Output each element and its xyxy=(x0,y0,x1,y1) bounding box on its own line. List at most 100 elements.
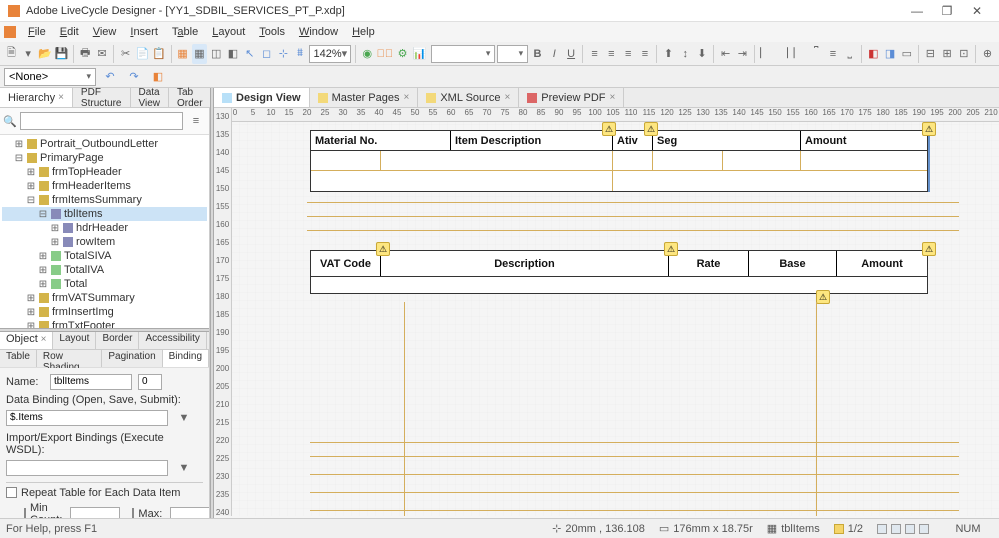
menu-table[interactable]: Table xyxy=(166,24,204,40)
page-icon[interactable] xyxy=(877,524,887,534)
show-rulers-icon[interactable]: ◧ xyxy=(226,44,241,64)
tree-node[interactable]: ⊟PrimaryPage xyxy=(2,151,207,165)
print-button[interactable]: 🖶 xyxy=(78,44,93,64)
column-item-description[interactable]: Item Description xyxy=(451,131,613,150)
underline-button[interactable]: U xyxy=(564,44,579,64)
warning-marker[interactable]: ⚠ xyxy=(664,242,678,256)
tab-border[interactable]: Border xyxy=(96,332,139,349)
align-vr-icon[interactable]: ⎸ xyxy=(792,44,807,64)
indent-right-icon[interactable]: ⇥ xyxy=(735,44,750,64)
canvas-area[interactable]: 0510152025303540455055606570758085909510… xyxy=(232,108,999,516)
grp3-icon[interactable]: ⊡ xyxy=(957,44,972,64)
zoom-combo[interactable]: 142%▾ xyxy=(309,45,351,63)
binding-popup-icon[interactable]: ▼ xyxy=(174,408,194,428)
grid-icon[interactable]: ▦ xyxy=(175,44,190,64)
tab-layout[interactable]: Layout xyxy=(53,332,96,349)
tab-object[interactable]: Object × xyxy=(0,332,53,349)
tab-accessibility[interactable]: Accessibility xyxy=(139,332,206,349)
tree-node[interactable]: ⊞Portrait_OutboundLetter xyxy=(2,137,207,151)
bold-button[interactable]: B xyxy=(530,44,545,64)
dist-icon[interactable]: ⩩ xyxy=(293,44,308,64)
color-swatch-button[interactable]: ◧ xyxy=(148,67,168,87)
valign-top-icon[interactable]: ⬆ xyxy=(661,44,676,64)
mincount-field[interactable] xyxy=(70,507,120,518)
tree-node[interactable]: ⊞frmTopHeader xyxy=(2,165,207,179)
tree-node[interactable]: ⊞frmVATSummary xyxy=(2,291,207,305)
index-field[interactable] xyxy=(138,374,162,390)
page-icon[interactable] xyxy=(891,524,901,534)
menu-edit[interactable]: Edit xyxy=(54,24,85,40)
snap-icon[interactable]: ◫ xyxy=(209,44,224,64)
importexport-field[interactable] xyxy=(6,460,168,476)
warning-marker[interactable]: ⚠ xyxy=(922,122,936,136)
check-icon[interactable]: ⚙ xyxy=(395,44,410,64)
warning-marker[interactable]: ⚠ xyxy=(816,290,830,304)
tab-tab-order[interactable]: Tab Order xyxy=(169,88,212,107)
font-size-combo[interactable] xyxy=(497,45,528,63)
color-icon[interactable]: ◧ xyxy=(866,44,881,64)
circle-icon[interactable]: ◉ xyxy=(360,44,375,64)
undo-button[interactable]: ↶ xyxy=(100,67,120,87)
design-canvas[interactable]: Material No. Item Description Ativ Seg A… xyxy=(232,122,999,516)
menu-file[interactable]: File xyxy=(22,24,52,40)
tab-xml-source[interactable]: XML Source× xyxy=(418,88,519,107)
close-icon[interactable]: × xyxy=(609,92,615,103)
maximize-button[interactable]: ❐ xyxy=(933,3,961,19)
tab-design-view[interactable]: Design View xyxy=(214,88,310,107)
align-left-icon[interactable]: ≡ xyxy=(587,44,602,64)
column-material-no[interactable]: Material No. xyxy=(311,131,451,150)
mincount-checkbox[interactable] xyxy=(24,508,26,518)
minimize-button[interactable]: — xyxy=(903,3,931,19)
table-row[interactable] xyxy=(311,171,927,191)
align-vc-icon[interactable]: ⎹ xyxy=(775,44,790,64)
warning-marker[interactable]: ⚠ xyxy=(644,122,658,136)
cut-button[interactable]: ✂ xyxy=(118,44,133,64)
tool-icon[interactable]: ◻ xyxy=(259,44,274,64)
align-hb-icon[interactable]: ⎵ xyxy=(842,44,857,64)
tab-pdf-structure[interactable]: PDF Structure xyxy=(73,88,131,107)
warning-icon[interactable] xyxy=(834,524,844,534)
subtab-pagination[interactable]: Pagination xyxy=(102,350,162,367)
table-row[interactable] xyxy=(311,277,927,293)
align-vl-icon[interactable]: ⎸ xyxy=(758,44,773,64)
none-combo[interactable]: <None> xyxy=(4,68,96,86)
column-seg[interactable]: Seg xyxy=(653,131,801,150)
menu-help[interactable]: Help xyxy=(346,24,381,40)
align-ht-icon[interactable]: ⎴ xyxy=(809,44,824,64)
selector-icon[interactable]: ↖ xyxy=(242,44,257,64)
new-button[interactable]: 🗎 xyxy=(4,44,19,64)
tab-hierarchy[interactable]: Hierarchy× xyxy=(0,88,73,107)
align-right-icon[interactable]: ≡ xyxy=(621,44,636,64)
menu-insert[interactable]: Insert xyxy=(124,24,164,40)
tab-master-pages[interactable]: Master Pages× xyxy=(310,88,419,107)
run-icon[interactable]: ▶⃞ xyxy=(377,44,394,64)
column-vat-code[interactable]: VAT Code xyxy=(311,251,381,276)
column-rate[interactable]: Rate xyxy=(669,251,749,276)
subtab-binding[interactable]: Binding xyxy=(163,350,209,367)
email-button[interactable]: ✉ xyxy=(95,44,110,64)
grp1-icon[interactable]: ⊟ xyxy=(923,44,938,64)
align-justify-icon[interactable]: ≡ xyxy=(638,44,653,64)
font-name-combo[interactable] xyxy=(431,45,496,63)
databinding-field[interactable] xyxy=(6,410,168,426)
repeat-checkbox[interactable] xyxy=(6,487,17,498)
options-icon[interactable]: ≡ xyxy=(186,111,206,131)
new-dropdown[interactable]: ▾ xyxy=(21,44,36,64)
gridlines-icon[interactable]: ▦ xyxy=(192,44,207,64)
align-center-icon[interactable]: ≡ xyxy=(604,44,619,64)
tree-node[interactable]: ⊞TotalSIVA xyxy=(2,249,207,263)
close-button[interactable]: ✕ xyxy=(963,3,991,19)
indent-left-icon[interactable]: ⇤ xyxy=(718,44,733,64)
save-button[interactable]: 💾 xyxy=(54,44,69,64)
items-table[interactable]: Material No. Item Description Ativ Seg A… xyxy=(310,130,928,192)
binding-popup-icon[interactable]: ▼ xyxy=(174,458,194,478)
link-icon[interactable]: ⊕ xyxy=(980,44,995,64)
table-row[interactable] xyxy=(311,151,927,171)
subtab-table[interactable]: Table xyxy=(0,350,37,367)
vat-table[interactable]: VAT Code Description Rate Base Amount xyxy=(310,250,928,294)
chart-icon[interactable]: 📊 xyxy=(412,44,427,64)
tree-node[interactable]: ⊞frmTxtFooter xyxy=(2,319,207,328)
column-amount[interactable]: Amount xyxy=(837,251,927,276)
italic-button[interactable]: I xyxy=(547,44,562,64)
align-hc-icon[interactable]: ≡ xyxy=(826,44,841,64)
